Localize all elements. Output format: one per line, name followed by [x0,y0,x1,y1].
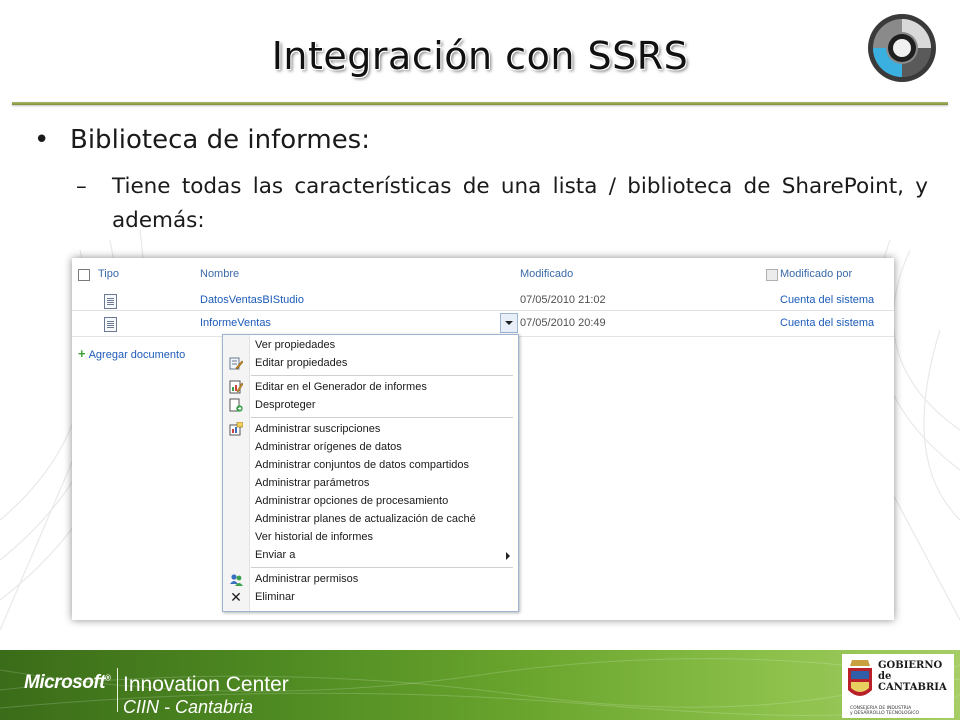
menu-item-send-to[interactable]: Enviar a [255,549,295,561]
menu-icon-gutter [223,335,250,611]
slide-title: Integración con SSRS [271,34,689,78]
edit-properties-icon [229,357,243,370]
gobierno-cantabria-logo: GOBIERNO de CANTABRIA CONSEJERIA DE INDU… [842,654,954,718]
menu-item-view-properties[interactable]: Ver propiedades [255,339,335,351]
bullet-marker: • [34,125,50,155]
microsoft-logo: Microsoft® [24,672,111,694]
menu-item-manage-shared-datasets[interactable]: Administrar conjuntos de datos compartid… [255,459,469,471]
sub-bullet-text: Tiene todas las características de una l… [112,174,928,233]
row-1-modified-by-link[interactable]: Cuenta del sistema [780,294,874,306]
add-document-link[interactable]: + Agregar documento [78,346,185,361]
column-header-name[interactable]: Nombre [200,268,239,280]
government-shield-icon [848,660,872,696]
bullet-biblioteca: • Biblioteca de informes: [34,125,370,155]
menu-item-desproteger[interactable]: Desproteger [255,399,316,411]
menu-item-manage-cache-refresh-plans[interactable]: Administrar planes de actualización de c… [255,513,476,525]
dropdown-arrow-icon[interactable] [500,313,518,333]
delete-icon: ✕ [230,589,242,605]
government-name-line-1: GOBIERNO [878,660,943,671]
row-1-name-link[interactable]: DatosVentasBIStudio [200,294,304,306]
menu-item-manage-data-sources[interactable]: Administrar orígenes de datos [255,441,402,453]
menu-item-view-report-history[interactable]: Ver historial de informes [255,531,373,543]
innovation-center-subtitle: CIIN - Cantabria [123,697,254,717]
row-divider [72,310,894,311]
plus-icon: + [78,346,86,361]
government-name-line-2: de [878,671,892,682]
innovation-center-title: Innovation Center [123,673,289,696]
menu-item-manage-subscriptions[interactable]: Administrar suscripciones [255,423,380,435]
bullet-1-text: Biblioteca de informes: [70,125,370,155]
column-header-type[interactable]: Tipo [98,268,119,280]
trademark-symbol: ® [105,673,111,683]
checkout-icon [229,398,243,412]
select-all-checkbox-icon[interactable] [78,269,90,281]
menu-separator [251,375,513,376]
row-2-name-link[interactable]: InformeVentas [200,317,271,329]
submenu-arrow-icon [506,552,510,560]
report-builder-icon [229,380,243,394]
permissions-icon [230,574,243,586]
row-2-modified: 07/05/2010 20:49 [520,317,606,329]
modified-by-checkbox-icon[interactable] [766,269,778,281]
footer-separator [117,668,118,712]
document-icon [104,294,117,309]
sub-bullet-marker: – [76,174,87,199]
microsoft-wordmark: Microsoft [24,672,106,693]
menu-item-manage-parameters[interactable]: Administrar parámetros [255,477,369,489]
add-document-label: Agregar documento [88,349,186,361]
government-name: GOBIERNO de CANTABRIA [878,660,947,693]
menu-separator [251,567,513,568]
column-header-modified-by[interactable]: Modificado por [780,268,852,280]
subscriptions-icon [229,422,243,436]
column-header-modified[interactable]: Modificado [520,268,573,280]
menu-item-edit-report-builder[interactable]: Editar en el Generador de informes [255,381,427,393]
menu-separator [251,417,513,418]
government-department-line-2: y DESARROLLO TECNOLOGICO [850,711,920,716]
row-1-modified: 07/05/2010 21:02 [520,294,606,306]
title-divider [12,102,948,105]
row-2-modified-by-link[interactable]: Cuenta del sistema [780,317,874,329]
government-department: CONSEJERIA DE INDUSTRIA y DESARROLLO TEC… [850,706,919,716]
menu-item-manage-permissions[interactable]: Administrar permisos [255,573,358,585]
menu-item-edit-properties[interactable]: Editar propiedades [255,357,347,369]
menu-item-manage-processing-options[interactable]: Administrar opciones de procesamiento [255,495,448,507]
sharepoint-library-screenshot: Tipo Nombre Modificado Modificado por Da… [72,258,894,620]
sub-bullet-caracteristicas: – Tiene todas las características de una… [76,170,928,238]
government-name-line-3: CANTABRIA [878,682,947,693]
menu-item-delete[interactable]: Eliminar [255,591,295,603]
document-icon [104,317,117,332]
logo-disc-icon [868,14,936,82]
item-context-menu: Ver propiedades Editar propiedades Edita… [222,334,519,612]
